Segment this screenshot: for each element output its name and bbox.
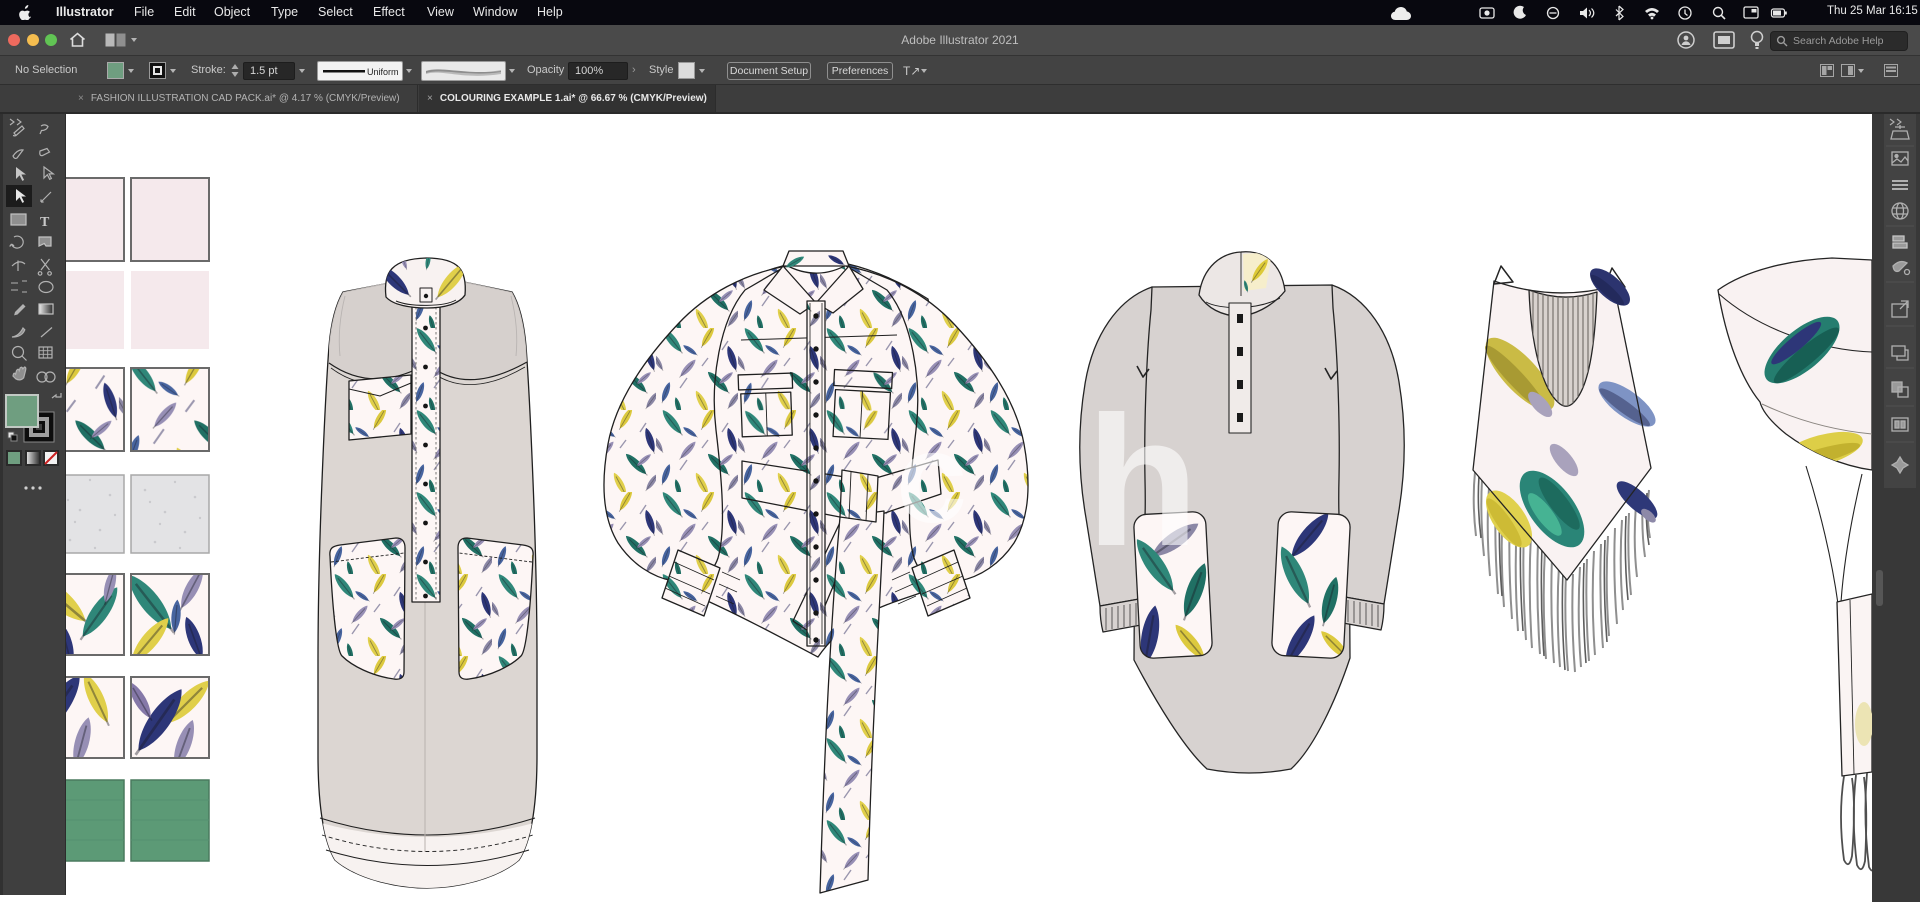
svg-text:h: h bbox=[1086, 379, 1199, 585]
svg-text:T: T bbox=[40, 215, 50, 230]
svg-text:Uniform: Uniform bbox=[367, 67, 399, 77]
svg-text:c: c bbox=[896, 407, 967, 550]
